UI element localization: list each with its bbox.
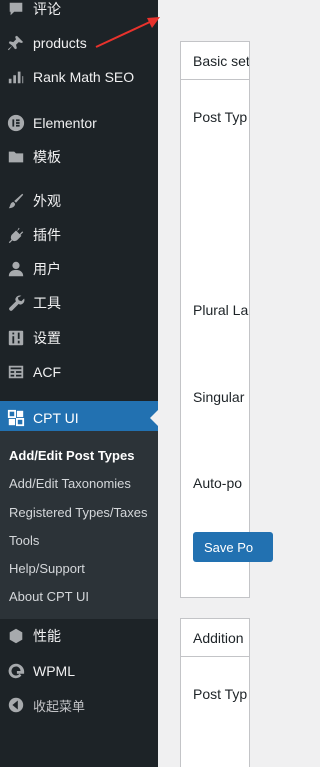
- additional-post-type-label: Post Typ: [193, 686, 248, 702]
- user-icon: [6, 259, 26, 279]
- menu-item-comments[interactable]: 评论: [0, 0, 158, 26]
- wpml-icon: [6, 661, 26, 681]
- menu-item-label: products: [33, 35, 87, 51]
- menu-item-label: 工具: [33, 295, 61, 311]
- auto-populate-label: Auto-po: [193, 475, 243, 491]
- menu-item-products[interactable]: products: [0, 26, 158, 60]
- menu-item-label: WPML: [33, 663, 75, 679]
- collapse-icon: [6, 695, 26, 715]
- menu-item-wpml[interactable]: WPML: [0, 654, 158, 688]
- additional-labels-title: Addition: [181, 619, 249, 657]
- chart-icon: [6, 67, 26, 87]
- elementor-icon: [6, 113, 26, 133]
- basic-settings-title: Basic set: [181, 42, 249, 80]
- additional-labels-card: Addition Post Typ: [180, 618, 250, 767]
- menu-item-users[interactable]: 用户: [0, 252, 158, 286]
- basic-settings-card: Basic set Post Typ Plural La Singular Au…: [180, 41, 273, 598]
- menu-item-acf[interactable]: ACF: [0, 355, 158, 389]
- save-post-type-button[interactable]: Save Po: [193, 532, 273, 562]
- menu-item-label: 收起菜单: [33, 698, 86, 714]
- menu-item-label: 模板: [33, 149, 61, 165]
- collapse-menu-button[interactable]: 收起菜单: [0, 688, 158, 722]
- submenu-about-cpt-ui[interactable]: About CPT UI: [9, 589, 89, 604]
- submenu-registered-types[interactable]: Registered Types/Taxes: [9, 505, 148, 520]
- submenu-add-edit-post-types[interactable]: Add/Edit Post Types: [9, 448, 134, 463]
- menu-item-label: 插件: [33, 227, 61, 243]
- folder-icon: [6, 147, 26, 167]
- menu-item-label: 评论: [33, 1, 61, 17]
- submenu-add-edit-taxonomies[interactable]: Add/Edit Taxonomies: [9, 476, 131, 491]
- menu-item-label: CPT UI: [33, 410, 79, 426]
- paintbrush-icon: [6, 191, 26, 211]
- performance-icon: [6, 626, 26, 646]
- wrench-icon: [6, 293, 26, 313]
- menu-item-elementor[interactable]: Elementor: [0, 106, 158, 140]
- settings-sliders-icon: [6, 328, 26, 348]
- plural-label-label: Plural La: [193, 302, 249, 318]
- menu-item-label: ACF: [33, 364, 61, 380]
- submenu-tools[interactable]: Tools: [9, 533, 39, 548]
- table-icon: [6, 362, 26, 382]
- cpt-ui-submenu: Add/Edit Post Types Add/Edit Taxonomies …: [0, 431, 158, 619]
- menu-item-label: 用户: [33, 261, 61, 277]
- comments-icon: [6, 0, 26, 19]
- menu-item-templates[interactable]: 模板: [0, 140, 158, 174]
- admin-sidebar: 评论 products Rank Math SEO Elementor 模板 外…: [0, 0, 158, 767]
- menu-item-settings[interactable]: 设置: [0, 321, 158, 355]
- menu-item-cpt-ui[interactable]: CPT UI: [0, 401, 158, 435]
- menu-item-label: Elementor: [33, 115, 97, 131]
- menu-item-performance[interactable]: 性能: [0, 619, 158, 653]
- grid-icon: [6, 408, 26, 428]
- menu-item-tools[interactable]: 工具: [0, 286, 158, 320]
- menu-item-rank-math-seo[interactable]: Rank Math SEO: [0, 60, 158, 94]
- menu-item-label: Rank Math SEO: [33, 69, 135, 85]
- plug-icon: [6, 225, 26, 245]
- singular-label-label: Singular: [193, 389, 245, 405]
- submenu-help-support[interactable]: Help/Support: [9, 561, 85, 576]
- post-type-slug-label: Post Typ: [193, 109, 248, 125]
- menu-item-label: 性能: [33, 628, 61, 644]
- menu-item-appearance[interactable]: 外观: [0, 184, 158, 218]
- main-content: Basic set Post Typ Plural La Singular Au…: [158, 0, 273, 767]
- menu-item-label: 设置: [33, 330, 61, 346]
- pin-icon: [6, 33, 26, 53]
- menu-item-plugins[interactable]: 插件: [0, 218, 158, 252]
- menu-item-label: 外观: [33, 193, 61, 209]
